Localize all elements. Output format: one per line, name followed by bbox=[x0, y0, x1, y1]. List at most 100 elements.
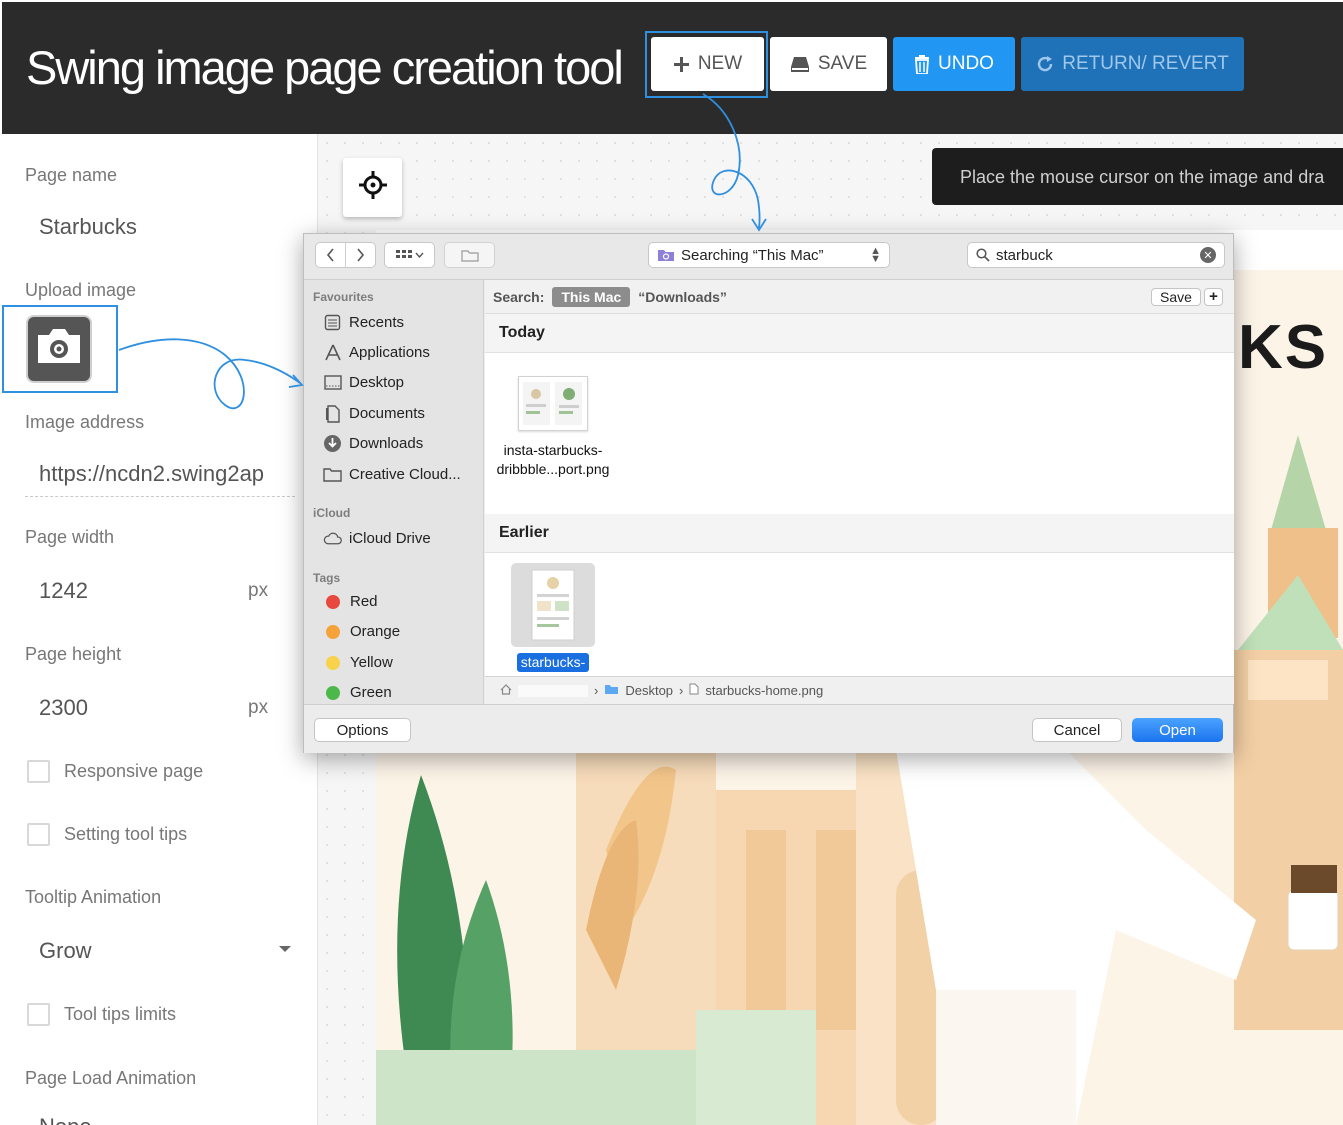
sidebar-item-creative-cloud[interactable]: Creative Cloud... bbox=[323, 465, 461, 484]
responsive-checkbox[interactable] bbox=[27, 760, 50, 783]
crosshair-icon bbox=[358, 170, 388, 205]
dialog-footer: Options Cancel Open bbox=[304, 704, 1233, 753]
tag-dot-icon bbox=[326, 624, 340, 639]
page-load-animation-label: Page Load Animation bbox=[25, 1068, 197, 1088]
cloud-icon bbox=[323, 529, 342, 548]
search-scope-bar: Search: This Mac “Downloads” Save + bbox=[485, 280, 1234, 314]
brand-text-fragment: KS bbox=[1238, 313, 1329, 382]
cancel-button[interactable]: Cancel bbox=[1032, 718, 1122, 742]
selected-file-name: starbucks- bbox=[516, 653, 590, 672]
path-separator: › bbox=[679, 683, 684, 698]
upload-image-label: Upload image bbox=[25, 280, 137, 300]
tool-tips-checkbox[interactable] bbox=[27, 823, 50, 846]
page-height-label: Page height bbox=[25, 644, 122, 664]
home-icon bbox=[500, 683, 512, 698]
history-nav bbox=[315, 242, 376, 268]
location-select[interactable]: Searching “This Mac” ▲ ▼ bbox=[648, 242, 890, 268]
folder-icon bbox=[460, 249, 479, 262]
sidebar-item-label: Yellow bbox=[350, 654, 393, 671]
documents-icon bbox=[323, 404, 342, 423]
sidebar-item-documents[interactable]: Documents bbox=[323, 404, 425, 423]
file-item-selected[interactable]: starbucks- bbox=[488, 563, 618, 672]
dropdown-arrow-icon[interactable] bbox=[279, 946, 291, 952]
revert-button[interactable]: RETURN/ REVERT bbox=[1021, 37, 1244, 91]
sidebar-tag-red[interactable]: Red bbox=[323, 593, 378, 610]
page-width-input[interactable]: 1242 bbox=[39, 578, 88, 604]
folder-icon bbox=[323, 465, 342, 484]
sidebar-item-label: Downloads bbox=[349, 435, 424, 452]
new-button-label: NEW bbox=[697, 53, 743, 74]
path-bar: › Desktop › starbucks-home.png bbox=[485, 676, 1234, 704]
downloads-icon bbox=[323, 434, 342, 453]
scope-this-mac[interactable]: This Mac bbox=[552, 286, 631, 307]
icloud-heading: iCloud bbox=[313, 506, 351, 520]
chevron-down-icon bbox=[414, 252, 424, 258]
file-name-line-1: insta-starbucks- bbox=[503, 442, 603, 458]
forward-button[interactable] bbox=[346, 243, 375, 267]
tool-tips-option[interactable]: Setting tool tips bbox=[27, 823, 187, 846]
page-height-unit: px bbox=[248, 697, 269, 718]
sidebar-item-label: Desktop bbox=[349, 374, 405, 391]
camera-icon bbox=[34, 327, 84, 372]
new-folder-button[interactable] bbox=[444, 242, 495, 268]
crosshair-tool-button[interactable] bbox=[343, 158, 402, 217]
refresh-icon bbox=[1036, 55, 1054, 73]
open-button[interactable]: Open bbox=[1132, 718, 1223, 742]
view-mode-button[interactable] bbox=[384, 242, 435, 268]
favourites-heading: Favourites bbox=[313, 290, 374, 304]
chevron-left-icon bbox=[326, 248, 334, 262]
search-scope-label: Search: bbox=[493, 288, 545, 305]
group-today: Today bbox=[485, 314, 1234, 353]
add-criteria-button[interactable]: + bbox=[1204, 288, 1223, 306]
undo-button[interactable]: UNDO bbox=[893, 37, 1015, 91]
desktop-icon bbox=[323, 373, 342, 392]
page-name-input[interactable]: Starbucks bbox=[39, 214, 137, 240]
path-separator: › bbox=[594, 683, 599, 698]
app-title: Swing image page creation tool bbox=[26, 41, 624, 94]
sidebar-item-downloads[interactable]: Downloads bbox=[323, 434, 423, 453]
path-file[interactable]: starbucks-home.png bbox=[705, 683, 823, 698]
home-folder-name bbox=[518, 684, 588, 697]
file-icon bbox=[689, 683, 699, 698]
scope-downloads[interactable]: “Downloads” bbox=[638, 289, 727, 305]
page-height-input[interactable]: 2300 bbox=[39, 695, 88, 721]
sidebar-item-label: Documents bbox=[349, 405, 425, 422]
back-button[interactable] bbox=[316, 243, 346, 267]
sidebar-item-icloud-drive[interactable]: iCloud Drive bbox=[323, 529, 431, 548]
file-item[interactable]: insta-starbucks- dribbble...port.png bbox=[488, 376, 618, 479]
sidebar-item-applications[interactable]: Applications bbox=[323, 343, 430, 362]
file-open-dialog: Searching “This Mac” ▲ ▼ starbuck ✕ Favou… bbox=[303, 233, 1234, 753]
image-address-input[interactable]: https://ncdn2.swing2ap bbox=[39, 461, 281, 487]
tag-dot-icon bbox=[326, 655, 340, 670]
stepper-icon: ▲ ▼ bbox=[870, 245, 881, 265]
tags-heading: Tags bbox=[313, 571, 341, 585]
image-address-underline bbox=[25, 496, 295, 497]
responsive-page-option[interactable]: Responsive page bbox=[27, 760, 203, 783]
path-folder[interactable]: Desktop bbox=[625, 683, 673, 698]
sidebar-tag-green[interactable]: Green bbox=[323, 684, 392, 701]
chevron-right-icon bbox=[357, 248, 365, 262]
sidebar-item-label: Applications bbox=[349, 344, 430, 361]
sidebar-item-desktop[interactable]: Desktop bbox=[323, 373, 404, 392]
page-load-animation-select[interactable]: None bbox=[39, 1114, 92, 1125]
search-value: starbuck bbox=[996, 246, 1053, 264]
search-input[interactable]: starbuck ✕ bbox=[967, 242, 1225, 268]
new-button[interactable]: NEW bbox=[651, 37, 764, 91]
sidebar-tag-orange[interactable]: Orange bbox=[323, 623, 400, 640]
tooltip-animation-select[interactable]: Grow bbox=[39, 938, 92, 964]
save-search-button[interactable]: Save bbox=[1151, 288, 1201, 306]
options-button[interactable]: Options bbox=[314, 718, 411, 742]
save-button[interactable]: SAVE bbox=[770, 37, 887, 91]
tool-tips-limits-option[interactable]: Tool tips limits bbox=[27, 1003, 176, 1026]
page-width-label: Page width bbox=[25, 527, 115, 547]
sidebar-tag-yellow[interactable]: Yellow bbox=[323, 654, 393, 671]
sidebar-item-recents[interactable]: Recents bbox=[323, 313, 404, 332]
tool-tips-limits-checkbox[interactable] bbox=[27, 1003, 50, 1026]
page-name-label: Page name bbox=[25, 165, 118, 185]
upload-image-button[interactable] bbox=[26, 315, 92, 383]
sidebar-item-label: Creative Cloud... bbox=[349, 466, 461, 483]
folder-search-icon bbox=[658, 250, 674, 261]
image-address-label: Image address bbox=[25, 412, 145, 432]
clear-search-icon[interactable]: ✕ bbox=[1200, 247, 1216, 263]
undo-button-label: UNDO bbox=[938, 53, 994, 74]
